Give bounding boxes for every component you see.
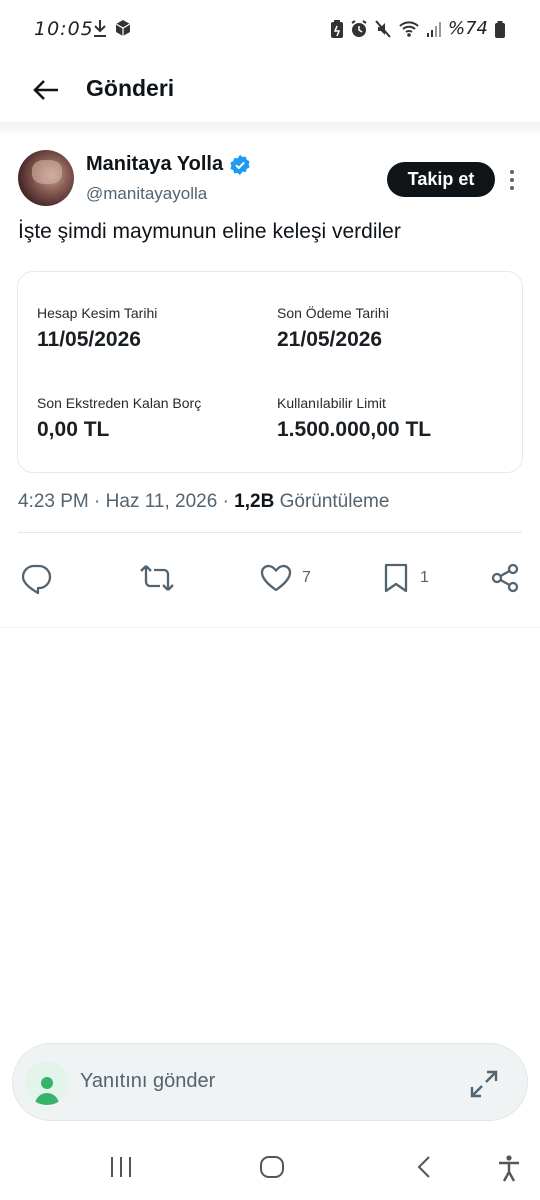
expand-composer-button[interactable] <box>468 1068 500 1100</box>
share-button[interactable] <box>490 558 520 598</box>
reply-icon <box>21 564 52 594</box>
box-icon <box>115 20 131 36</box>
avatar[interactable] <box>18 150 74 206</box>
battery-icon <box>495 20 505 38</box>
author-handle[interactable]: @manitayayolla <box>86 184 207 204</box>
post-actions: 7 1 <box>0 558 540 598</box>
post-meta: 4:23 PM · Haz 11, 2026 · 1,2B Görüntülem… <box>18 491 389 513</box>
battery-percent: %74 <box>447 18 488 39</box>
post-author-row: Manitaya Yolla @manitayayolla Takip et <box>0 148 540 210</box>
mute-icon <box>375 19 391 38</box>
page-title: Gönderi <box>86 75 175 101</box>
header-shadow <box>0 122 540 136</box>
bookmark-button[interactable]: 1 <box>382 558 429 598</box>
follow-button[interactable]: Takip et <box>387 162 495 197</box>
author-name-row[interactable]: Manitaya Yolla <box>86 153 251 176</box>
expand-icon <box>470 1070 498 1098</box>
home-button[interactable] <box>258 1154 286 1185</box>
post-time[interactable]: 4:23 PM <box>18 491 89 512</box>
views-count: 1,2B <box>234 491 275 512</box>
more-options-button[interactable] <box>502 166 522 194</box>
back-button[interactable] <box>28 74 64 106</box>
post-date[interactable]: Haz 11, 2026 <box>106 491 218 512</box>
repost-button[interactable] <box>139 558 175 598</box>
more-dot <box>510 186 514 190</box>
meta-separator: · <box>94 491 106 512</box>
download-icon <box>94 20 106 37</box>
accessibility-button[interactable] <box>496 1154 522 1187</box>
views-label: Görüntüleme <box>279 491 390 512</box>
verified-badge-icon <box>230 154 250 175</box>
accessibility-icon <box>499 1155 519 1182</box>
system-nav-bar <box>0 1140 540 1200</box>
more-dot <box>510 170 514 174</box>
field-label: Kullanılabilir Limit <box>277 395 386 411</box>
chevron-left-icon <box>417 1156 430 1178</box>
field-value: 0,00 TL <box>37 418 110 441</box>
reply-input-placeholder[interactable]: Yanıtını gönder <box>80 1070 215 1093</box>
alarm-icon <box>351 19 367 37</box>
recent-apps-button[interactable] <box>108 1154 134 1185</box>
post-text: İşte şimdi maymunun eline keleşi verdile… <box>18 220 401 243</box>
wifi-icon <box>399 20 419 37</box>
recent-apps-icon <box>111 1157 131 1177</box>
user-avatar <box>25 1061 69 1105</box>
heart-icon <box>260 564 292 592</box>
field-value: 1.500.000,00 TL <box>277 418 432 441</box>
battery-saver-icon <box>330 19 343 38</box>
statement-field: Hesap Kesim Tarihi 11/05/2026 <box>37 305 157 352</box>
field-label: Son Ödeme Tarihi <box>277 305 389 321</box>
like-count: 7 <box>302 569 311 586</box>
avatar-highlight <box>32 160 62 184</box>
share-icon <box>491 563 519 593</box>
signal-icon <box>426 21 441 37</box>
status-time: 10:05 <box>34 18 94 40</box>
meta-separator: · <box>222 491 235 512</box>
back-nav-button[interactable] <box>412 1154 436 1185</box>
author-display-name: Manitaya Yolla <box>86 153 224 175</box>
divider <box>0 627 540 628</box>
divider <box>18 532 522 533</box>
bookmark-icon <box>384 563 408 593</box>
statement-field: Son Ekstreden Kalan Borç 0,00 TL <box>37 395 201 442</box>
status-bar: 10:05 %74 <box>0 0 540 60</box>
statement-field: Kullanılabilir Limit 1.500.000,00 TL <box>277 395 431 442</box>
statement-field: Son Ödeme Tarihi 21/05/2026 <box>277 305 389 352</box>
more-dot <box>510 178 514 182</box>
like-button[interactable]: 7 <box>260 558 311 598</box>
reply-button[interactable] <box>20 558 52 598</box>
field-label: Hesap Kesim Tarihi <box>37 305 158 321</box>
top-app-bar: Gönderi <box>0 60 540 122</box>
field-label: Son Ekstreden Kalan Borç <box>37 395 202 411</box>
home-icon <box>260 1156 284 1178</box>
status-left-icons <box>92 18 132 38</box>
statement-card[interactable]: Hesap Kesim Tarihi 11/05/2026 Son Ödeme … <box>17 271 523 473</box>
bookmark-count: 1 <box>420 569 429 586</box>
status-right-icons: %74 <box>330 18 506 39</box>
field-value: 21/05/2026 <box>277 328 383 351</box>
repost-icon <box>140 565 174 591</box>
arrow-left-icon <box>33 80 58 100</box>
field-value: 11/05/2026 <box>37 328 141 351</box>
reply-composer[interactable]: Yanıtını gönder <box>12 1043 528 1121</box>
person-icon <box>35 1077 59 1105</box>
